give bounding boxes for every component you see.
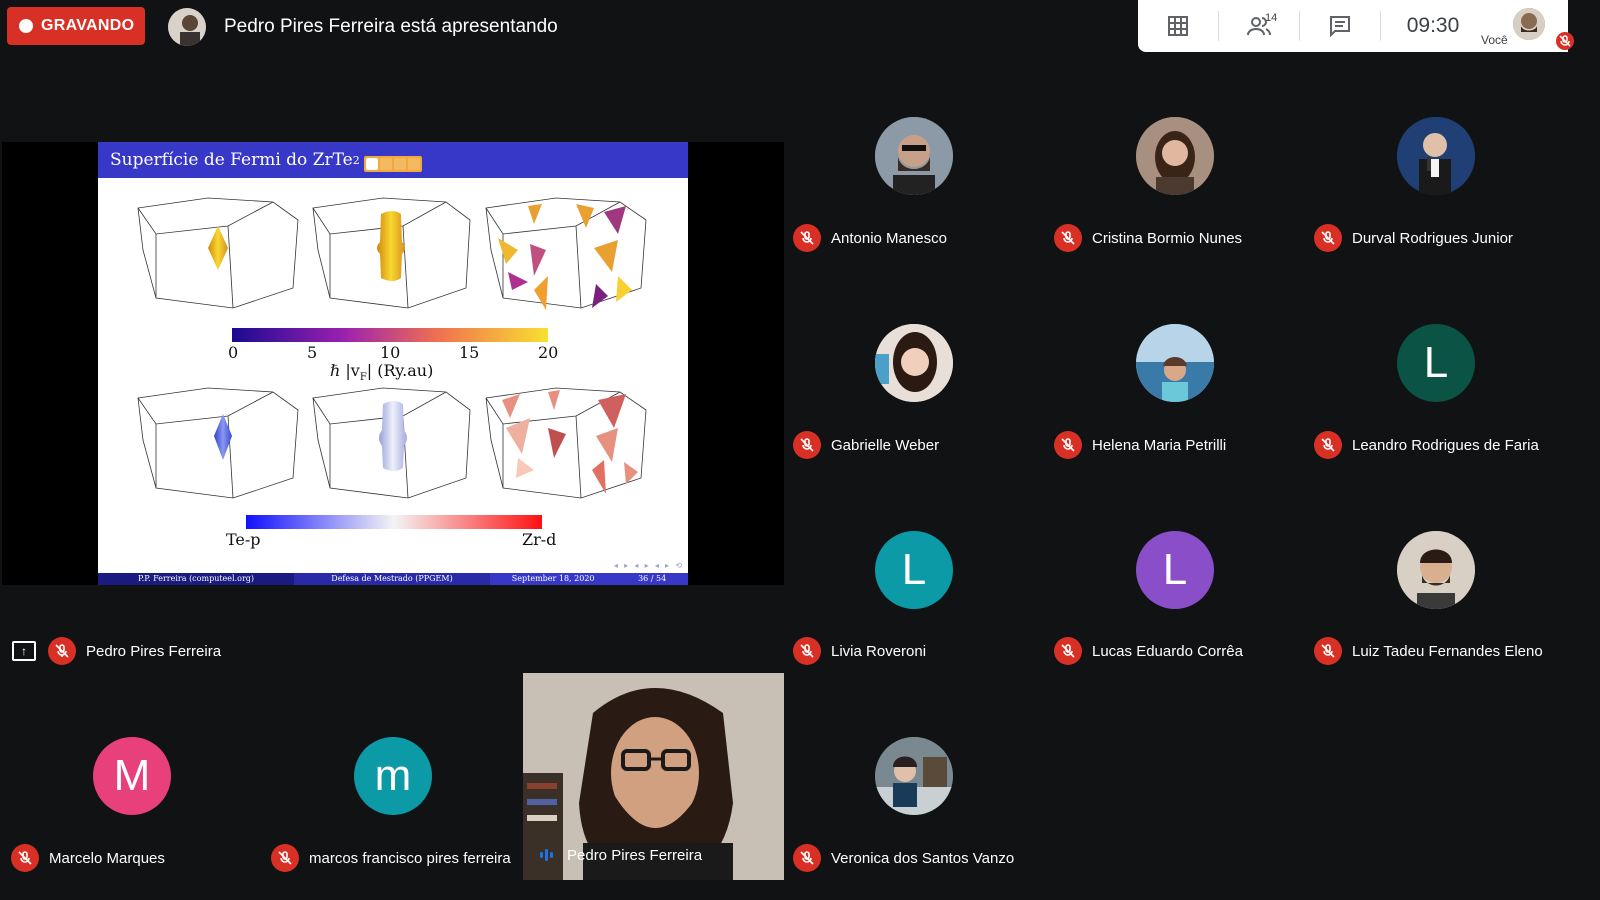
mic-off-icon [1314, 637, 1342, 665]
mic-off-icon [11, 844, 39, 872]
mic-off-icon [1054, 224, 1082, 252]
footer-author: P.P. Ferreira (computeel.org) [98, 573, 294, 585]
participant-name: Veronica dos Santos Vanzo [831, 849, 1015, 867]
participant-tile-pedro: Pedro Pires Ferreira [535, 844, 702, 866]
participant-tile-antonio: Antonio Manesco [793, 224, 947, 252]
participant-name: Pedro Pires Ferreira [567, 846, 703, 864]
mic-off-icon [1054, 637, 1082, 665]
avatar[interactable]: M [93, 737, 171, 815]
participant-name: Luiz Tadeu Fernandes Eleno [1352, 642, 1543, 660]
mic-off-icon [1314, 431, 1342, 459]
participant-name: Livia Roveroni [831, 642, 927, 660]
participant-name: marcos francisco pires ferreira [309, 849, 511, 867]
participant-tile-marcelo: Marcelo Marques [11, 844, 165, 872]
clock: 09:30 [1406, 14, 1460, 37]
layout-button[interactable] [1138, 0, 1218, 52]
avatar[interactable]: L [875, 531, 953, 609]
recording-badge[interactable]: GRAVANDO [7, 7, 145, 45]
avatar[interactable] [875, 324, 953, 402]
participant-name: Leandro Rodrigues de Faria [1352, 436, 1539, 454]
participant-tile-durval: Durval Rodrigues Junior [1314, 224, 1513, 252]
presentation-slide: Superfície de Fermi do ZrTe 2 0 5 10 15 … [98, 142, 688, 585]
participant-tile-cristina: Cristina Bormio Nunes [1054, 224, 1242, 252]
mic-off-icon [793, 637, 821, 665]
colorbar2-right-label: Zr-d [522, 530, 557, 549]
top-toolbar: 14 09:30 Você [1138, 0, 1574, 52]
avatar-initial: m [374, 751, 412, 800]
participant-name: Marcelo Marques [49, 849, 165, 867]
avatar[interactable] [875, 737, 953, 815]
avatar-initial: L [1162, 545, 1188, 594]
slide-toolbar-icons[interactable] [364, 156, 422, 172]
mic-off-icon [1556, 32, 1574, 50]
participant-name: Antonio Manesco [831, 229, 947, 247]
slide-nav-controls[interactable]: ◂ ▸ ◂ ▸ ◂ ▸ ⟲ [614, 561, 684, 570]
chat-button[interactable] [1300, 0, 1380, 52]
participant-tile-livia: Livia Roveroni [793, 637, 926, 665]
record-dot-icon [19, 19, 33, 33]
footer-page: 36 / 54 [638, 574, 667, 583]
avatar[interactable] [1397, 117, 1475, 195]
participant-name: Durval Rodrigues Junior [1352, 229, 1513, 247]
avatar[interactable]: m [354, 737, 432, 815]
speaking-indicator-icon [535, 844, 557, 866]
participant-tile-luiz: Luiz Tadeu Fernandes Eleno [1314, 637, 1543, 665]
tick-label: 10 [380, 343, 401, 362]
participant-name: Lucas Eduardo Corrêa [1092, 642, 1243, 660]
tick-label: 15 [459, 343, 480, 362]
participant-name: Pedro Pires Ferreira [86, 642, 222, 660]
mic-off-icon [1054, 431, 1082, 459]
self-avatar [1513, 8, 1545, 40]
footer-date: September 18, 2020 [511, 574, 595, 583]
mic-off-icon [793, 224, 821, 252]
avatar-initial: L [901, 545, 927, 594]
footer-event: Defesa de Mestrado (PPGEM) [294, 573, 490, 585]
slide-title-sub: 2 [352, 153, 360, 167]
meet-window: GRAVANDO Pedro Pires Ferreira está apres… [0, 0, 1600, 900]
participants-count: 14 [1265, 12, 1278, 24]
avatar[interactable] [1397, 531, 1475, 609]
colorbar1-ticks: 0 5 10 15 20 [218, 343, 578, 363]
mic-off-icon [793, 431, 821, 459]
participant-tile-gabrielle: Gabrielle Weber [793, 431, 939, 459]
avatar-initial: M [113, 751, 151, 800]
slide-title: Superfície de Fermi do ZrTe [110, 150, 353, 170]
participant-tile-helena: Helena Maria Petrilli [1054, 431, 1226, 459]
presenting-banner: Pedro Pires Ferreira está apresentando [224, 16, 558, 37]
presentation-tile[interactable]: Superfície de Fermi do ZrTe 2 0 5 10 15 … [2, 142, 784, 585]
grid-icon [1168, 16, 1188, 36]
slide-footer: P.P. Ferreira (computeel.org) Defesa de … [98, 573, 688, 585]
self-preview[interactable]: Você [1481, 0, 1574, 52]
presentation-owner: ↑ Pedro Pires Ferreira [12, 637, 221, 665]
colorbar2-left-label: Te-p [226, 530, 261, 549]
participant-tile-leandro: Leandro Rodrigues de Faria [1314, 431, 1539, 459]
mic-off-icon [48, 637, 76, 665]
participant-name: Gabrielle Weber [831, 436, 940, 454]
mic-off-icon [271, 844, 299, 872]
chat-icon [1330, 16, 1350, 37]
mic-off-icon [793, 844, 821, 872]
tick-label: 20 [538, 343, 559, 362]
avatar[interactable] [1136, 324, 1214, 402]
tick-label: 0 [228, 343, 239, 362]
avatar[interactable]: L [1136, 531, 1214, 609]
participant-name: Cristina Bormio Nunes [1092, 229, 1243, 247]
avatar[interactable] [875, 117, 953, 195]
avatar[interactable]: L [1397, 324, 1475, 402]
avatar[interactable] [1136, 117, 1214, 195]
avatar-initial: L [1423, 338, 1449, 387]
participant-tile-marcos: marcos francisco pires ferreira [271, 844, 511, 872]
presenter-avatar [168, 8, 206, 46]
participant-tile-lucas: Lucas Eduardo Corrêa [1054, 637, 1243, 665]
participants-button[interactable]: 14 [1219, 0, 1299, 52]
present-screen-icon: ↑ [12, 641, 36, 661]
participant-name: Helena Maria Petrilli [1092, 436, 1227, 454]
mic-off-icon [1314, 224, 1342, 252]
colorbar1-label: ℏ |vF| (Ry.au) [330, 361, 434, 384]
self-label: Você [1481, 33, 1508, 47]
recording-label: GRAVANDO [41, 17, 135, 34]
tick-label: 5 [307, 343, 318, 362]
participant-tile-veronica: Veronica dos Santos Vanzo [793, 844, 1014, 872]
footer-date-page: September 18, 2020 36 / 54 [490, 573, 688, 585]
